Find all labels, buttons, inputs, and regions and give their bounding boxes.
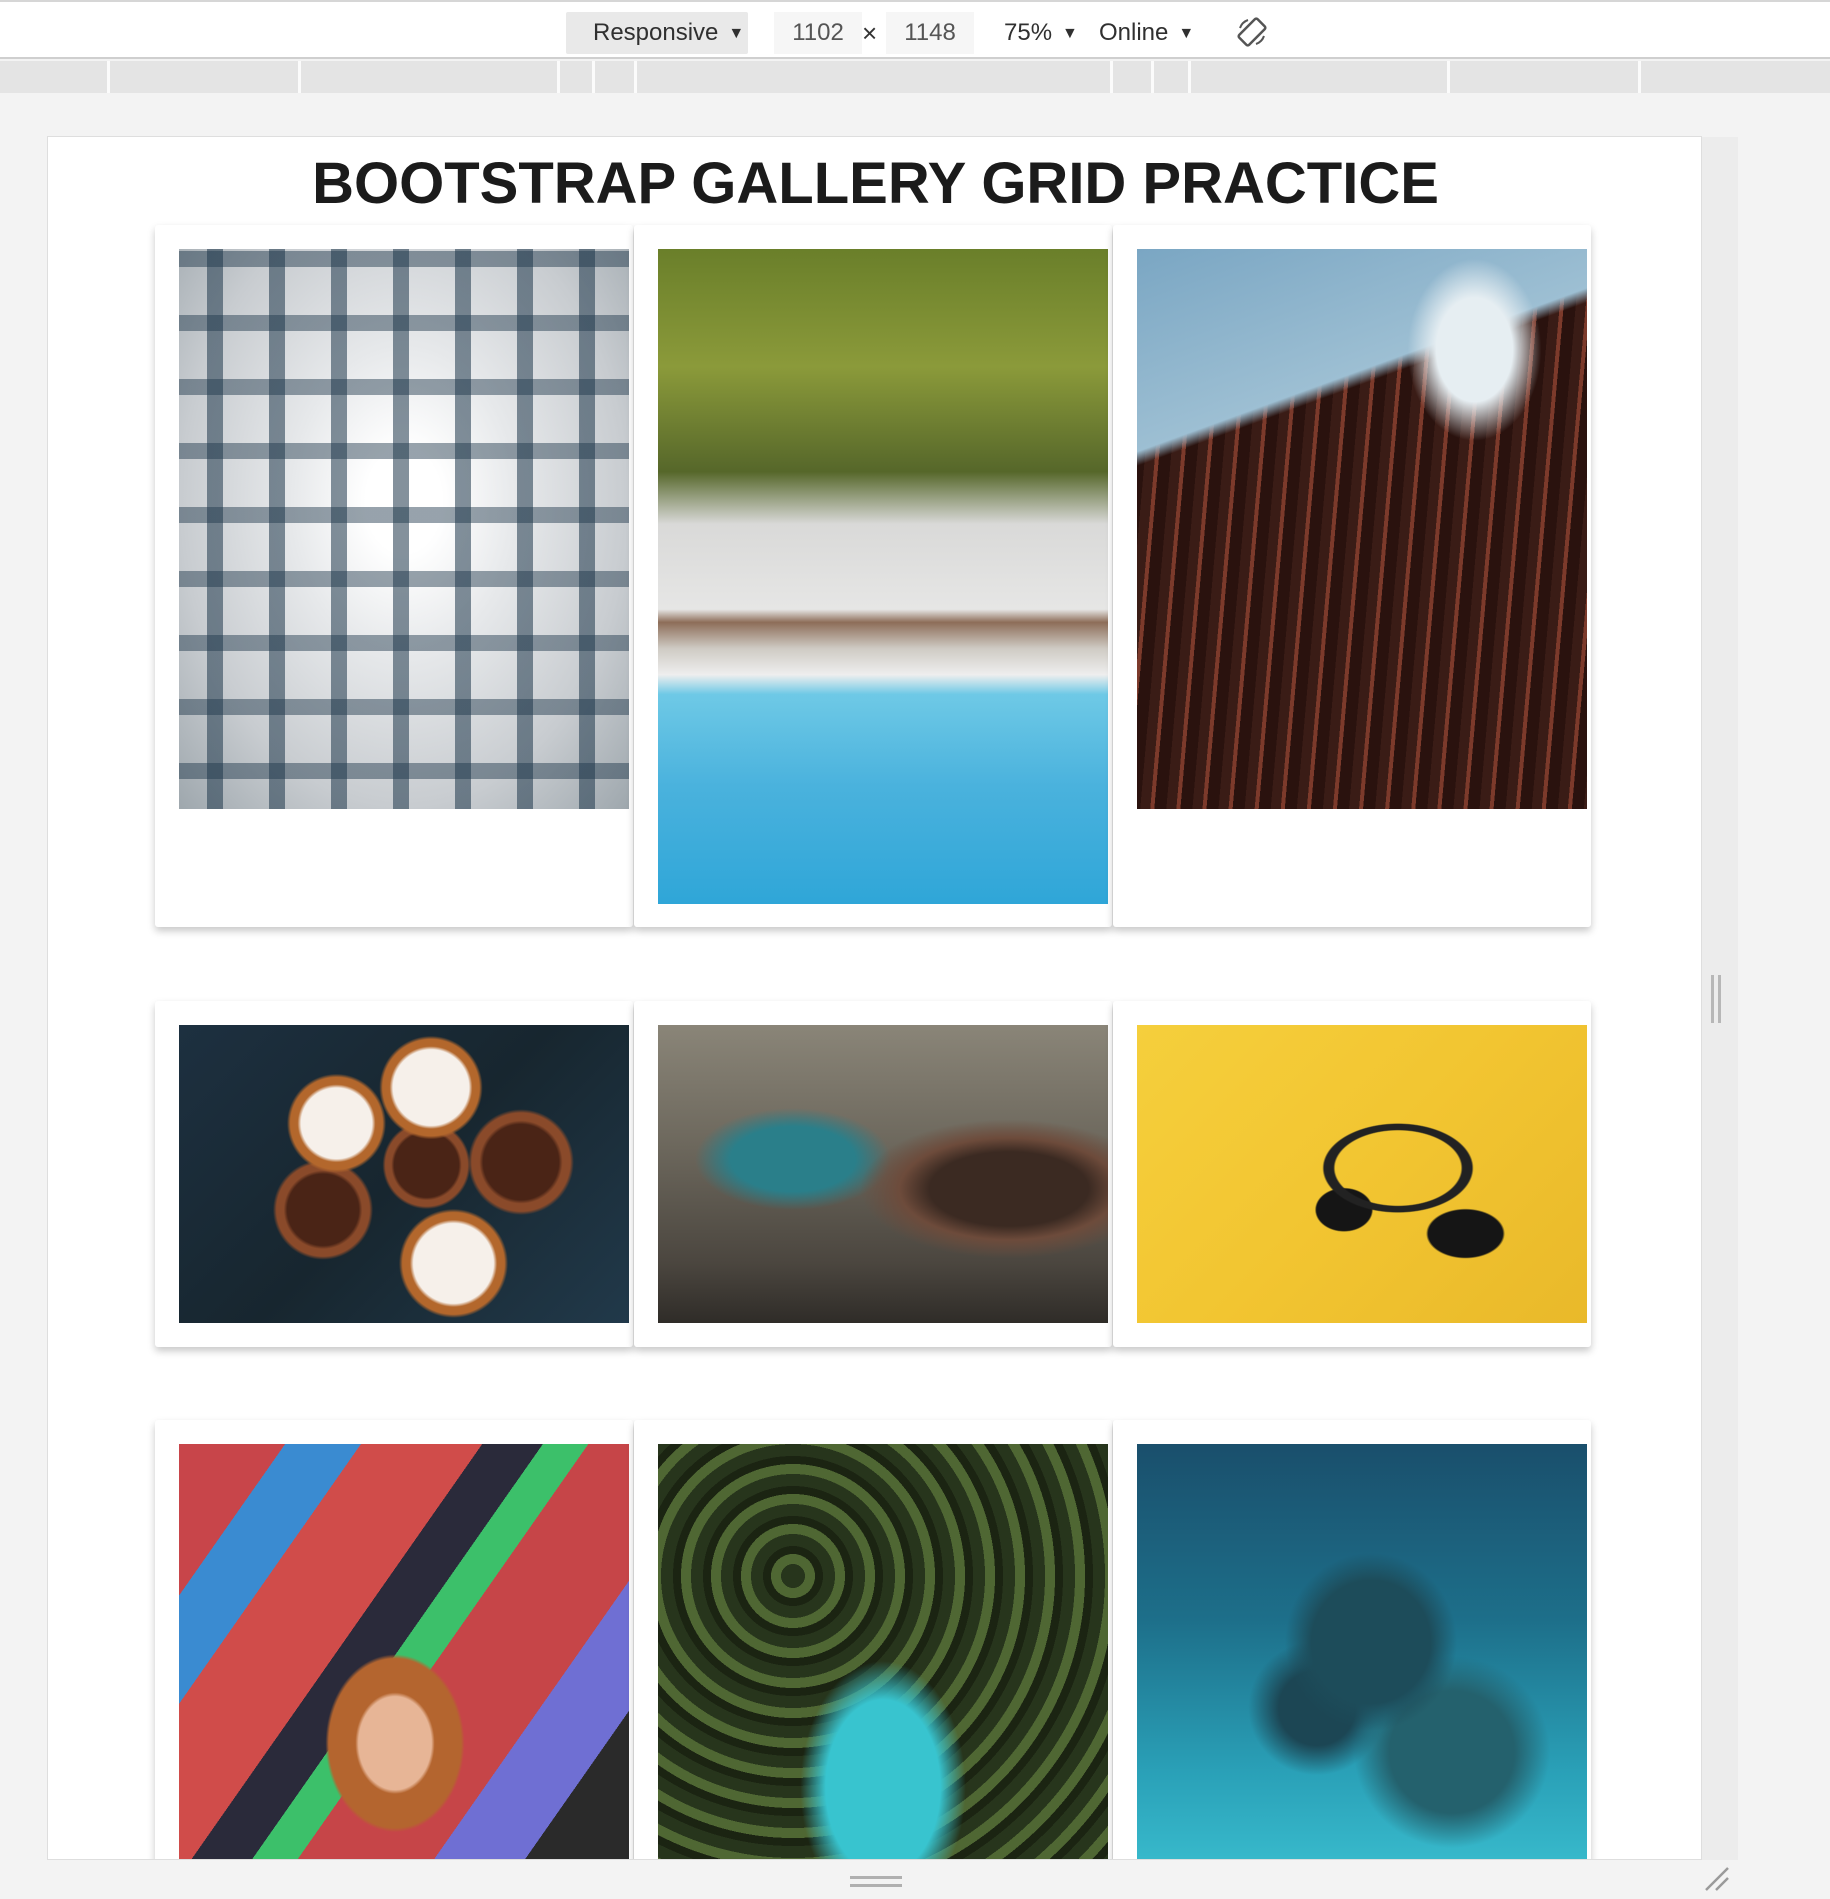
zoom-label: 75% [1004,19,1053,46]
media-query-divider [557,61,560,93]
rotate-icon[interactable] [1234,14,1270,50]
dimension-separator: × [862,18,878,48]
gallery-card [155,1001,633,1347]
gallery-photo-graffiti[interactable] [658,1025,1108,1323]
media-query-divider [1638,61,1641,93]
media-query-divider [1110,61,1113,93]
device-caret-icon: ▼ [728,25,745,42]
gallery-photo-headphones[interactable] [1137,1025,1587,1323]
gallery-photo-curve[interactable] [1137,249,1587,809]
gallery-card [155,225,633,927]
zoom-caret-icon: ▼ [1062,25,1078,42]
gallery-photo-palms[interactable] [658,1444,1108,1859]
emulated-viewport: BOOTSTRAP GALLERY GRID PRACTICE [47,136,1702,1860]
corner-resize-icon[interactable] [1702,1864,1732,1894]
media-query-bar[interactable] [0,61,1830,93]
zoom-select[interactable]: 75% ▼ [1004,12,1078,54]
media-query-divider [1447,61,1450,93]
gallery-card [1113,1420,1591,1859]
gallery-card [1113,1001,1591,1347]
media-query-divider [592,61,595,93]
media-query-divider [298,61,301,93]
media-query-divider [1151,61,1154,93]
device-select[interactable]: Responsive ▼ [566,12,748,54]
gallery-photo-beach[interactable] [658,249,1108,904]
gallery-photo-reef[interactable] [1137,1444,1587,1859]
device-toolbar: Responsive ▼ 1102 × 1148 75% ▼ Online ▼ [0,0,1830,59]
media-query-divider [107,61,110,93]
gallery-photo-girl[interactable] [179,1444,629,1859]
gallery-card [634,1001,1112,1347]
network-label: Online [1099,19,1169,46]
network-throttle-select[interactable]: Online ▼ [1099,12,1194,54]
height-resize-handle[interactable] [850,1876,902,1888]
device-select-label: Responsive [593,19,719,46]
height-input[interactable]: 1148 [886,12,974,54]
page-title: BOOTSTRAP GALLERY GRID PRACTICE [312,151,1439,216]
gallery-photo-cupcakes[interactable] [179,1025,629,1323]
width-input[interactable]: 1102 [774,12,862,54]
network-caret-icon: ▼ [1178,25,1195,42]
media-query-divider [1188,61,1191,93]
gallery-card [634,225,1112,927]
gallery-card [634,1420,1112,1859]
gallery-card [1113,225,1591,927]
width-resize-handle[interactable] [1711,975,1723,1023]
media-query-divider [634,61,637,93]
gallery-card [155,1420,633,1859]
gallery-photo-building[interactable] [179,249,629,809]
